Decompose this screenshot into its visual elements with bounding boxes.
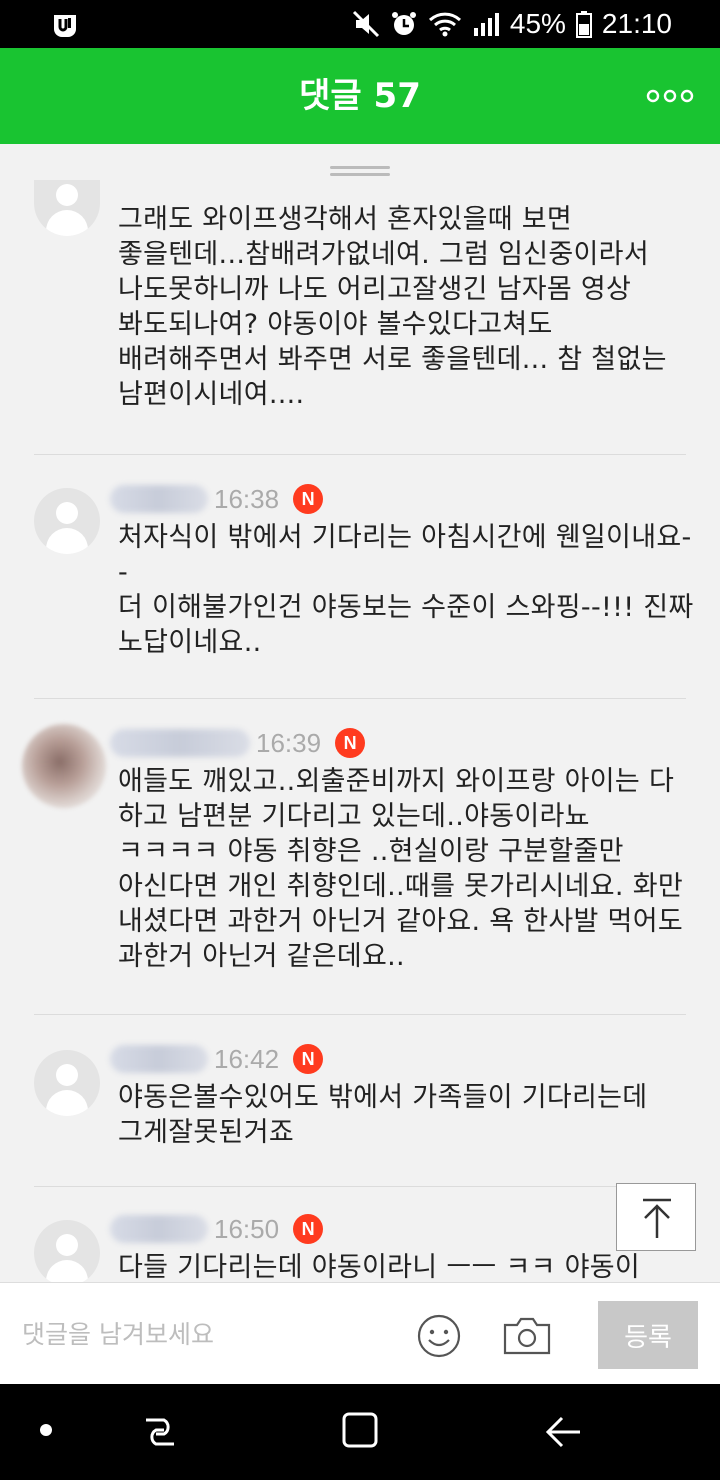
- battery-percent: 45%: [509, 8, 566, 39]
- comment-input[interactable]: [22, 1309, 382, 1359]
- author-name[interactable]: [110, 1215, 208, 1243]
- new-badge: N: [335, 728, 366, 758]
- back-icon[interactable]: [544, 1412, 584, 1452]
- comment-text: 야동은볼수있어도 밖에서 가족들이 기다리는데 그게잘못된거죠: [118, 1082, 648, 1148]
- comment-meta: 16:42 N: [110, 1042, 324, 1076]
- status-bar: 45% 21:10: [0, 0, 720, 48]
- scroll-top-button[interactable]: [616, 1183, 696, 1251]
- author-name[interactable]: [110, 1045, 208, 1073]
- comment-time: 16:38: [214, 483, 280, 514]
- author-name[interactable]: [110, 729, 250, 757]
- signal-icon: [473, 13, 499, 36]
- avatar[interactable]: [34, 1220, 100, 1282]
- avatar[interactable]: [34, 1050, 100, 1116]
- emoji-icon[interactable]: [416, 1313, 462, 1359]
- alarm-icon: [391, 12, 416, 35]
- submit-button[interactable]: 등록: [598, 1301, 698, 1369]
- more-icon[interactable]: [646, 88, 694, 104]
- avatar[interactable]: [22, 724, 106, 808]
- camera-icon[interactable]: [502, 1313, 552, 1359]
- recent-apps-icon[interactable]: [140, 1412, 180, 1452]
- divider: [34, 454, 686, 455]
- system-nav-bar: [0, 1384, 720, 1480]
- comment-list[interactable]: 그래도 와이프생각해서 혼자있을때 보면 좋을텐데...참배려가없네여. 그럼 …: [0, 144, 720, 1282]
- avatar[interactable]: [34, 180, 100, 236]
- comment-meta: 16:38 N: [110, 482, 324, 516]
- divider: [34, 698, 686, 699]
- new-badge: N: [293, 1214, 324, 1244]
- comment-time: 16:50: [214, 1213, 280, 1244]
- comment-input-bar: 등록: [0, 1282, 720, 1384]
- comment-meta: 16:39 N: [110, 726, 366, 760]
- nav-dot-icon[interactable]: [40, 1424, 52, 1436]
- comment-time: 16:42: [214, 1043, 280, 1074]
- wifi-icon: [428, 12, 461, 37]
- battery-icon: [575, 11, 592, 38]
- clock: 21:10: [601, 8, 672, 39]
- comment-text: 처자식이 밖에서 기다리는 아침시간에 웬일이내요- - 더 이해불가인건 야동…: [118, 522, 694, 658]
- divider: [34, 1186, 686, 1187]
- new-badge: N: [293, 1044, 324, 1074]
- author-name[interactable]: [110, 485, 208, 513]
- app-header: 댓글 57: [0, 48, 720, 144]
- app-logo-icon: [54, 15, 76, 37]
- arrow-up-icon: [643, 1198, 671, 1238]
- new-badge: N: [293, 484, 324, 514]
- divider: [34, 1014, 686, 1015]
- comment-text: 다들 기다리는데 야동이라니 ㅡㅡ ㅋㅋ 야동이: [118, 1252, 641, 1282]
- comment-meta: 16:50 N: [110, 1212, 324, 1246]
- mute-icon: [352, 10, 379, 38]
- comment-time: 16:39: [256, 727, 322, 758]
- avatar[interactable]: [34, 488, 100, 554]
- home-icon[interactable]: [340, 1410, 380, 1450]
- page-title: 댓글 57: [299, 76, 421, 116]
- comment-text: 그래도 와이프생각해서 혼자있을때 보면 좋을텐데...참배려가없네여. 그럼 …: [118, 204, 667, 410]
- comment-text: 애들도 깨있고..외출준비까지 와이프랑 아이는 다 하고 남편분 기다리고 있…: [118, 766, 683, 972]
- drag-handle[interactable]: [330, 166, 390, 176]
